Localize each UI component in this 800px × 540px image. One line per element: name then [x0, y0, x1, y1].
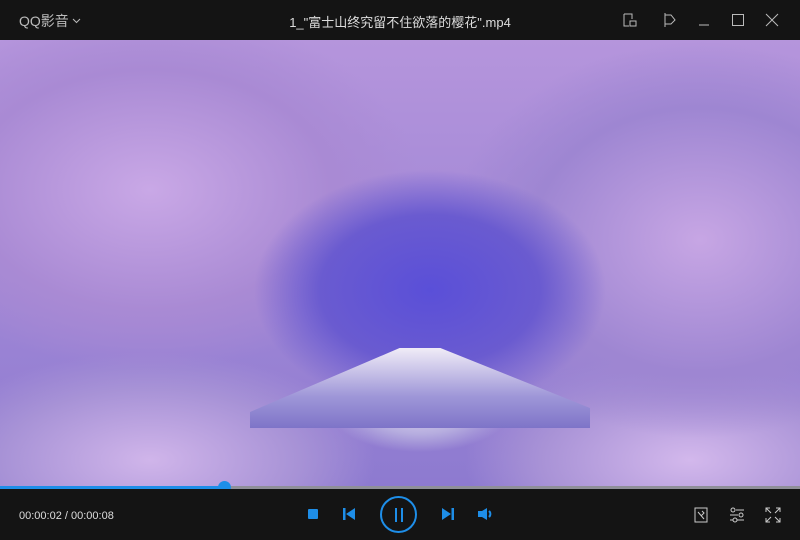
- stop-button[interactable]: [305, 506, 321, 522]
- mini-mode-icon: [623, 13, 637, 27]
- settings-button[interactable]: [727, 505, 747, 525]
- fullscreen-icon: [765, 507, 781, 523]
- stop-icon: [308, 509, 318, 519]
- maximize-button[interactable]: [728, 10, 748, 30]
- control-bar: 00:00:02 / 00:00:08: [0, 489, 800, 540]
- previous-button[interactable]: [341, 506, 357, 522]
- mini-mode-button[interactable]: [620, 10, 640, 30]
- fullscreen-button[interactable]: [763, 505, 783, 525]
- time-separator: /: [61, 510, 71, 522]
- pin-icon: [664, 13, 676, 27]
- minimize-icon: [699, 24, 709, 26]
- next-button[interactable]: [440, 506, 456, 522]
- minimize-button[interactable]: [694, 10, 714, 30]
- pin-button[interactable]: [659, 10, 679, 30]
- current-time: 00:00:02: [19, 510, 62, 522]
- toolbox-button[interactable]: [691, 505, 711, 525]
- previous-icon: [343, 508, 355, 520]
- volume-icon: [478, 508, 492, 520]
- maximize-icon: [732, 14, 744, 26]
- sliders-icon: [730, 507, 744, 523]
- window-title: 1_"富士山终究留不住欲落的樱花".mp4: [289, 15, 511, 30]
- toolbox-icon: [694, 507, 708, 523]
- video-frame[interactable]: [0, 40, 800, 488]
- close-button[interactable]: [762, 10, 782, 30]
- volume-button[interactable]: [477, 506, 495, 522]
- pause-button[interactable]: [380, 496, 417, 533]
- pause-icon: [394, 507, 403, 522]
- duration: 00:00:08: [71, 510, 114, 522]
- next-icon: [442, 508, 454, 520]
- video-content-mountain: [250, 348, 590, 428]
- title-bar: QQ影音 1_"富士山终究留不住欲落的樱花".mp4: [0, 0, 800, 40]
- time-display: 00:00:02 / 00:00:08: [19, 510, 114, 522]
- close-icon: [765, 13, 779, 27]
